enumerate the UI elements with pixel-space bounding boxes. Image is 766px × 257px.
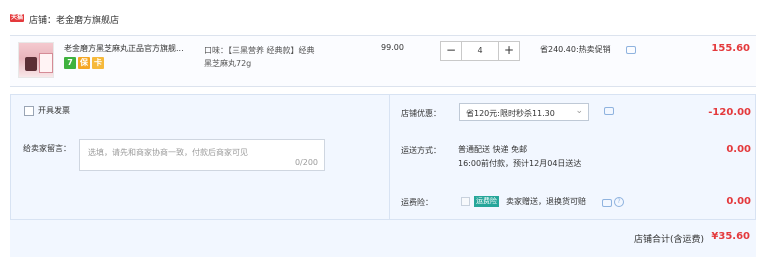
shipping-amount: 0.00	[726, 144, 751, 155]
insurance-amount: 0.00	[726, 196, 751, 207]
invoice-label: 开具发票	[38, 106, 70, 115]
insurance-description: 卖家赠送，退换货可赔	[506, 197, 586, 206]
product-title-link[interactable]: 老金磨方黑芝麻丸正品官方旗舰...	[64, 43, 200, 54]
store-total-row: 店铺合计(含运费) ¥35.60	[10, 220, 756, 257]
shop-name-link[interactable]: 店铺：老金磨方旗舰店	[29, 13, 119, 26]
insurance-badge: 运费险	[474, 196, 499, 207]
right-options: 店铺优惠： 省120元:限时秒杀11.30 ⌄ -120.00 运送方式： 普通…	[389, 95, 757, 221]
service-tags: 7 保 卡	[64, 57, 104, 69]
insurance-checkbox[interactable]	[461, 197, 470, 206]
unit-price: 99.00	[381, 43, 404, 52]
left-options: 开具发票 给卖家留言： 选填，请先和商家协商一致，付款后商家可见 0/200	[11, 95, 389, 221]
product-attributes: 口味：【三黑营养 经典款】经典 黑芝麻丸72g	[204, 44, 360, 70]
increase-button[interactable]: +	[499, 42, 519, 60]
quantity-input[interactable]: 4	[461, 42, 499, 60]
memo-placeholder: 选填，请先和商家协商一致，付款后商家可见	[88, 148, 248, 157]
memo-textarea[interactable]: 选填，请先和商家协商一致，付款后商家可见 0/200	[79, 139, 325, 171]
help-icon[interactable]: ?	[614, 197, 624, 207]
cart-item-row: 老金磨方黑芝麻丸正品官方旗舰... 7 保 卡 口味：【三黑营养 经典款】经典 …	[10, 35, 756, 87]
store-total-label: 店铺合计(含运费)	[633, 235, 704, 245]
tmall-badge-icon: 天猫	[10, 14, 24, 22]
card-payment-icon: 卡	[92, 57, 104, 69]
attribute-line-2: 黑芝麻丸72g	[204, 59, 252, 68]
seven-day-return-icon: 7	[64, 57, 76, 69]
guarantee-icon: 保	[78, 57, 90, 69]
shipping-method-label: 运送方式：	[401, 146, 441, 155]
selected-discount: 省120元:限时秒杀11.30	[466, 109, 555, 118]
product-thumbnail[interactable]	[18, 42, 54, 78]
memo-character-count: 0/200	[294, 158, 318, 167]
store-total-value: ¥35.60	[711, 231, 750, 242]
memo-label: 给卖家留言：	[23, 144, 71, 153]
discount-amount: -120.00	[708, 107, 751, 118]
attribute-line-1: 口味：【三黑营养 经典款】经典	[204, 46, 315, 55]
shipping-method: 普通配送 快递 免邮	[458, 145, 528, 154]
chat-icon[interactable]	[604, 107, 614, 115]
chat-icon[interactable]	[602, 199, 612, 207]
store-discount-label: 店铺优惠：	[401, 109, 441, 118]
shipping-insurance-label: 运费险：	[401, 198, 433, 207]
chevron-down-icon: ⌄	[575, 106, 583, 116]
chat-icon[interactable]	[626, 46, 636, 54]
quantity-stepper: − 4 +	[440, 41, 520, 61]
invoice-checkbox[interactable]	[24, 106, 34, 116]
promotion-text: 省240.40:热卖促销	[540, 45, 611, 54]
decrease-button[interactable]: −	[441, 42, 461, 60]
delivery-estimate: 16:00前付款，预计12月04日送达	[458, 159, 582, 168]
order-options-panel: 开具发票 给卖家留言： 选填，请先和商家协商一致，付款后商家可见 0/200 店…	[10, 94, 757, 221]
shop-header: 天猫 店铺：老金磨方旗舰店	[0, 0, 766, 35]
store-discount-select[interactable]: 省120元:限时秒杀11.30 ⌄	[459, 103, 589, 121]
item-subtotal: 155.60	[711, 43, 750, 54]
